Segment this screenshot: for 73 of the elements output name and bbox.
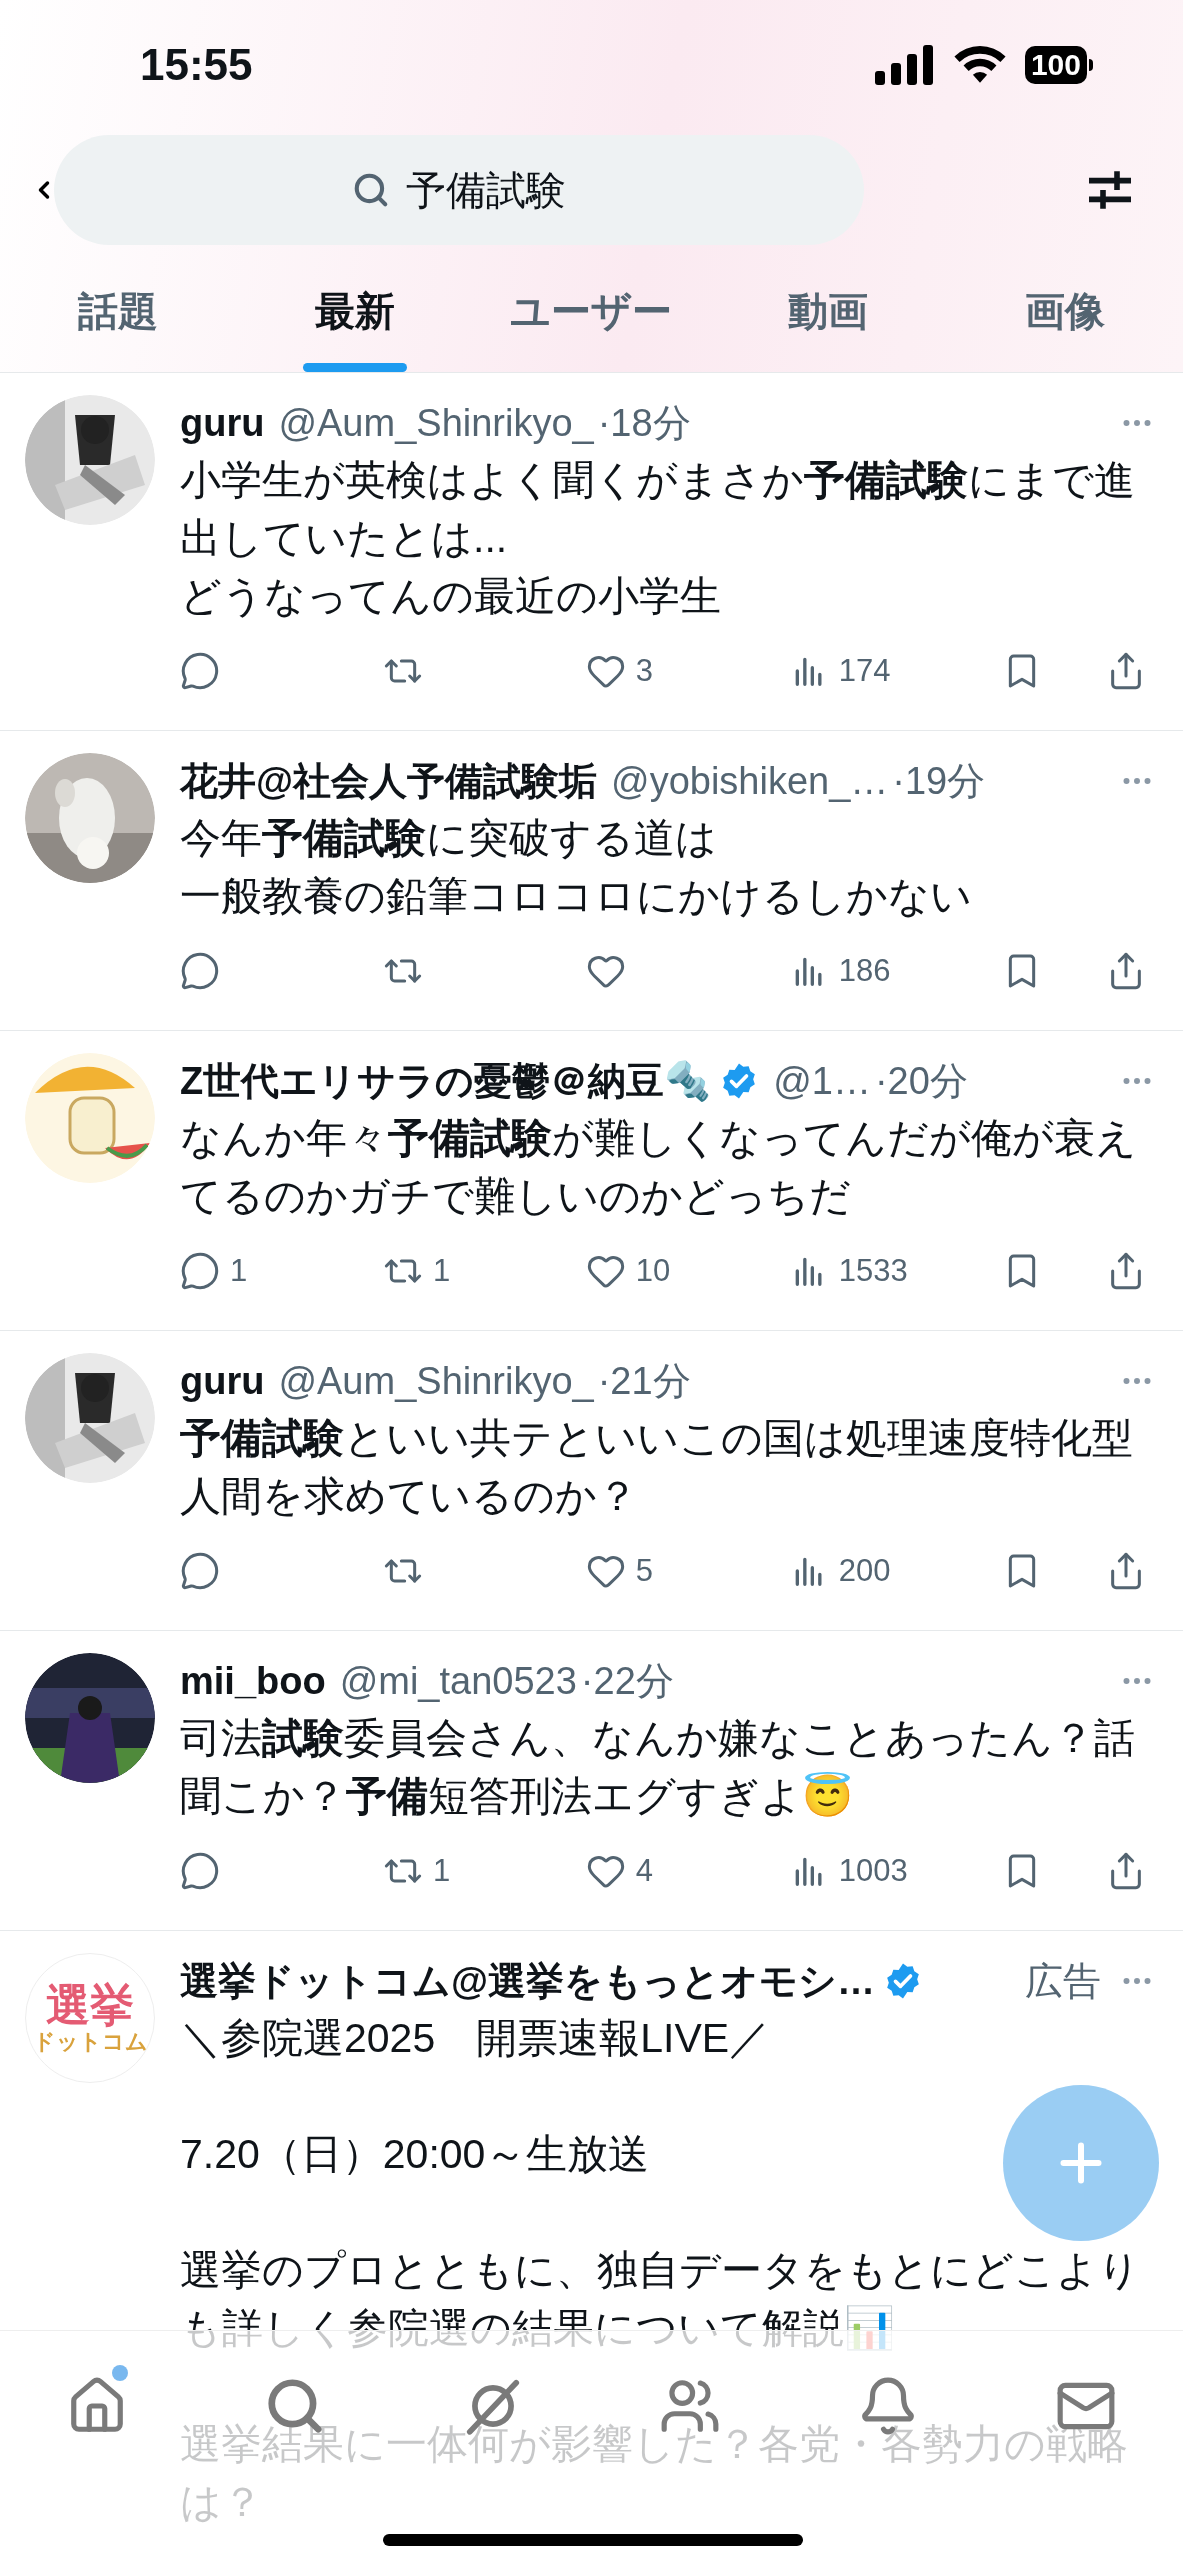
display-name[interactable]: 花井@社会人予備試験垢 (180, 752, 598, 810)
status-time: 15:55 (140, 39, 253, 91)
post-text: 小学生が英検はよく聞くがまさか予備試験にまで進出していたとは... (180, 456, 1136, 563)
reply-button[interactable] (180, 951, 220, 991)
like-button[interactable]: 3 (585, 647, 654, 695)
reply-button[interactable]: 1 (180, 1247, 248, 1295)
post-text: 7.20（日）20:00～生放送 (180, 2130, 650, 2179)
search-field[interactable]: 予備試験 (54, 135, 864, 245)
post-text: なんか年々予備試験が難しくなってんだが俺が衰えてるのかガチで難しいのかどっちだ (180, 1114, 1138, 1221)
post-time: ·21分 (597, 1358, 691, 1404)
count: 4 (635, 1851, 654, 1890)
count: 1533 (838, 1251, 908, 1290)
post-time: ·18分 (597, 400, 691, 446)
user-handle[interactable]: @Aum_Shinrikyo_ (278, 1352, 594, 1410)
post-text: 司法試験委員会さん、なんか嫌なことあったん？話聞こか？予備短答刑法エグすぎよ😇 (180, 1714, 1136, 1821)
reply-icon (180, 1851, 220, 1891)
retweet-button[interactable]: 1 (382, 1247, 451, 1295)
views-button[interactable]: 1003 (788, 1847, 908, 1895)
search-tab[interactable]: 最新 (236, 250, 474, 372)
signal-icon (874, 45, 935, 85)
user-handle[interactable]: @mi_tan0523 (339, 1652, 577, 1710)
count: 1 (432, 1251, 451, 1290)
count: 5 (635, 1551, 654, 1590)
like-button[interactable]: 5 (585, 1547, 654, 1595)
post-text: 一般教養の鉛筆コロコロにかけるしかない (180, 872, 972, 921)
logo-avatar[interactable]: 選挙 ドットコム (25, 1953, 155, 2083)
search-tab[interactable]: 画像 (946, 250, 1183, 372)
search-tab[interactable]: 話題 (0, 250, 237, 372)
user-handle[interactable]: @yobishiken_… (611, 752, 889, 810)
post-text: ＼参院選2025 開票速報LIVE／ (180, 2014, 771, 2063)
count: 174 (838, 651, 891, 690)
search-tab[interactable]: 動画 (709, 250, 947, 372)
count: 3 (635, 651, 654, 690)
count: 10 (635, 1251, 671, 1290)
reply-button[interactable] (180, 1851, 220, 1891)
display-name[interactable]: 選挙ドットコム@選挙をもっとオモシ… (180, 1952, 876, 2010)
count: 1 (432, 1851, 451, 1890)
display-name[interactable]: Z世代エリサラの憂鬱＠納豆🔩 (180, 1052, 712, 1110)
count: 1003 (838, 1851, 908, 1890)
wifi-icon (952, 45, 1007, 85)
logo-text: ドットコム (32, 2029, 148, 2055)
post-time: ·22分 (580, 1658, 674, 1704)
views-button[interactable]: 174 (788, 647, 891, 695)
display-name[interactable]: guru (180, 394, 265, 452)
reply-button[interactable] (180, 1551, 220, 1591)
reply-button[interactable] (180, 651, 220, 691)
user-handle[interactable]: @1… (773, 1052, 871, 1110)
reply-icon (180, 1251, 220, 1291)
post-time: ·20分 (874, 1058, 968, 1104)
search-icon (352, 171, 390, 209)
post-time: ·19分 (892, 758, 986, 804)
display-name[interactable]: guru (180, 1352, 265, 1410)
like-button[interactable]: 4 (585, 1847, 654, 1895)
views-button[interactable]: 200 (788, 1547, 891, 1595)
logo-text: 選挙 (46, 1981, 134, 2029)
search-tab[interactable]: ユーザー (473, 250, 710, 372)
ad-label: 広告 (1025, 1958, 1101, 2004)
user-handle[interactable]: @Aum_Shinrikyo_ (278, 394, 594, 452)
views-button[interactable]: 186 (788, 947, 891, 995)
retweet-button[interactable]: 1 (382, 1847, 451, 1895)
reply-icon (180, 951, 220, 991)
count: 1 (230, 1251, 248, 1290)
post-text: 今年予備試験に突破する道は (180, 814, 717, 863)
post-text: どうなってんの最近の小学生 (180, 572, 721, 621)
count: 200 (838, 1551, 891, 1590)
reply-icon (180, 651, 220, 691)
post-text: 予備試験といい共テといいこの国は処理速度特化型人間を求めているのか？ (180, 1414, 1134, 1521)
search-query: 予備試験 (406, 167, 566, 214)
views-button[interactable]: 1533 (788, 1247, 908, 1295)
reply-icon (180, 1551, 220, 1591)
count: 186 (838, 951, 891, 990)
like-button[interactable]: 10 (585, 1247, 671, 1295)
display-name[interactable]: mii_boo (180, 1652, 326, 1710)
